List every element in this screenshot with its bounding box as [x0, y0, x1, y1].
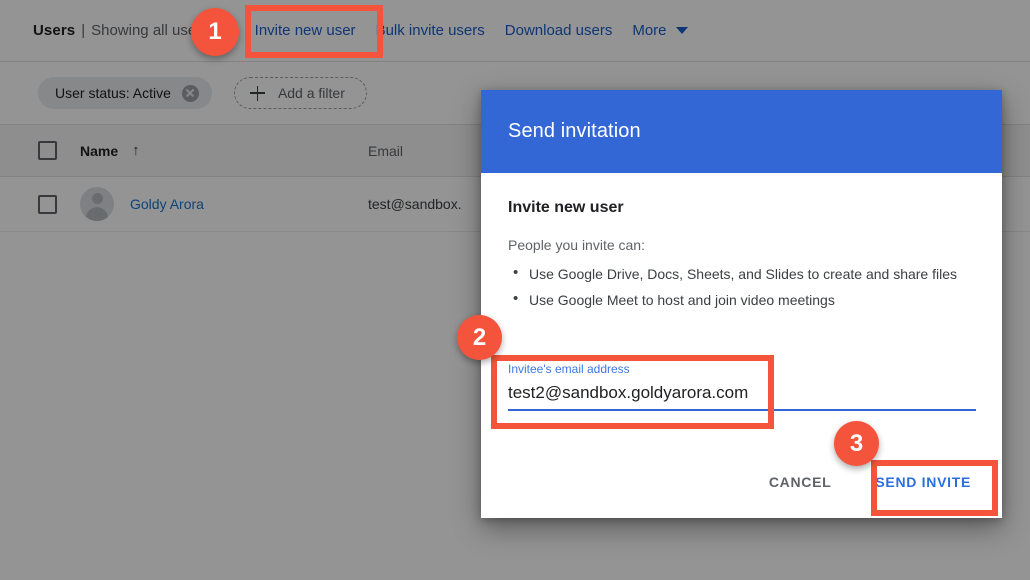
page-title: Users [33, 22, 76, 39]
screenshot-root: Users | Showing all users Invite new use… [0, 0, 1030, 580]
more-label: More [632, 22, 667, 39]
invite-new-user-link[interactable]: Invite new user [245, 14, 366, 47]
dialog-actions: CANCEL SEND INVITE [759, 464, 983, 500]
download-users-link[interactable]: Download users [495, 14, 623, 47]
plus-icon [249, 85, 265, 101]
column-header-name-label: Name [80, 142, 119, 159]
arrow-up-icon: ↑ [132, 142, 140, 159]
dialog-title: Send invitation [508, 120, 641, 142]
invitee-email-field: Invitee's email address [508, 362, 976, 411]
column-header-name[interactable]: Name ↑ [80, 143, 368, 159]
row-checkbox[interactable] [38, 194, 57, 214]
more-menu-button[interactable]: More [622, 14, 697, 47]
dialog-body: Invite new user People you invite can: U… [481, 173, 1002, 311]
invitee-email-input[interactable] [508, 383, 976, 411]
filter-chip-user-status[interactable]: User status: Active [38, 77, 212, 109]
filter-chip-label: User status: Active [55, 85, 171, 101]
user-name-link[interactable]: Goldy Arora [130, 196, 204, 212]
invitee-email-label: Invitee's email address [508, 362, 630, 376]
dialog-header: Send invitation [481, 90, 1002, 173]
person-avatar-icon [80, 187, 114, 221]
dialog-lead-text: People you invite can: [508, 237, 645, 253]
dialog-heading: Invite new user [508, 199, 624, 216]
select-all-checkbox[interactable] [38, 141, 57, 160]
cancel-button[interactable]: CANCEL [759, 464, 842, 500]
send-invite-button[interactable]: SEND INVITE [863, 464, 983, 500]
page-subtitle: Showing all users [91, 22, 209, 39]
list-item: Use Google Meet to host and join video m… [513, 288, 975, 311]
send-invitation-dialog: Send invitation Invite new user People y… [481, 90, 1002, 518]
add-filter-button[interactable]: Add a filter [233, 77, 367, 109]
row-name-cell: Goldy Arora [80, 187, 368, 221]
title-separator: | [81, 22, 86, 39]
list-item: Use Google Drive, Docs, Sheets, and Slid… [513, 262, 975, 285]
add-filter-label: Add a filter [277, 85, 345, 101]
users-toolbar: Users | Showing all users Invite new use… [0, 0, 1030, 62]
toolbar-actions: Invite new user Bulk invite users Downlo… [245, 14, 698, 47]
chevron-down-icon [675, 27, 688, 34]
close-circle-icon[interactable] [181, 84, 199, 102]
bulk-invite-users-link[interactable]: Bulk invite users [366, 14, 495, 47]
dialog-benefit-list: Use Google Drive, Docs, Sheets, and Slid… [508, 262, 975, 311]
